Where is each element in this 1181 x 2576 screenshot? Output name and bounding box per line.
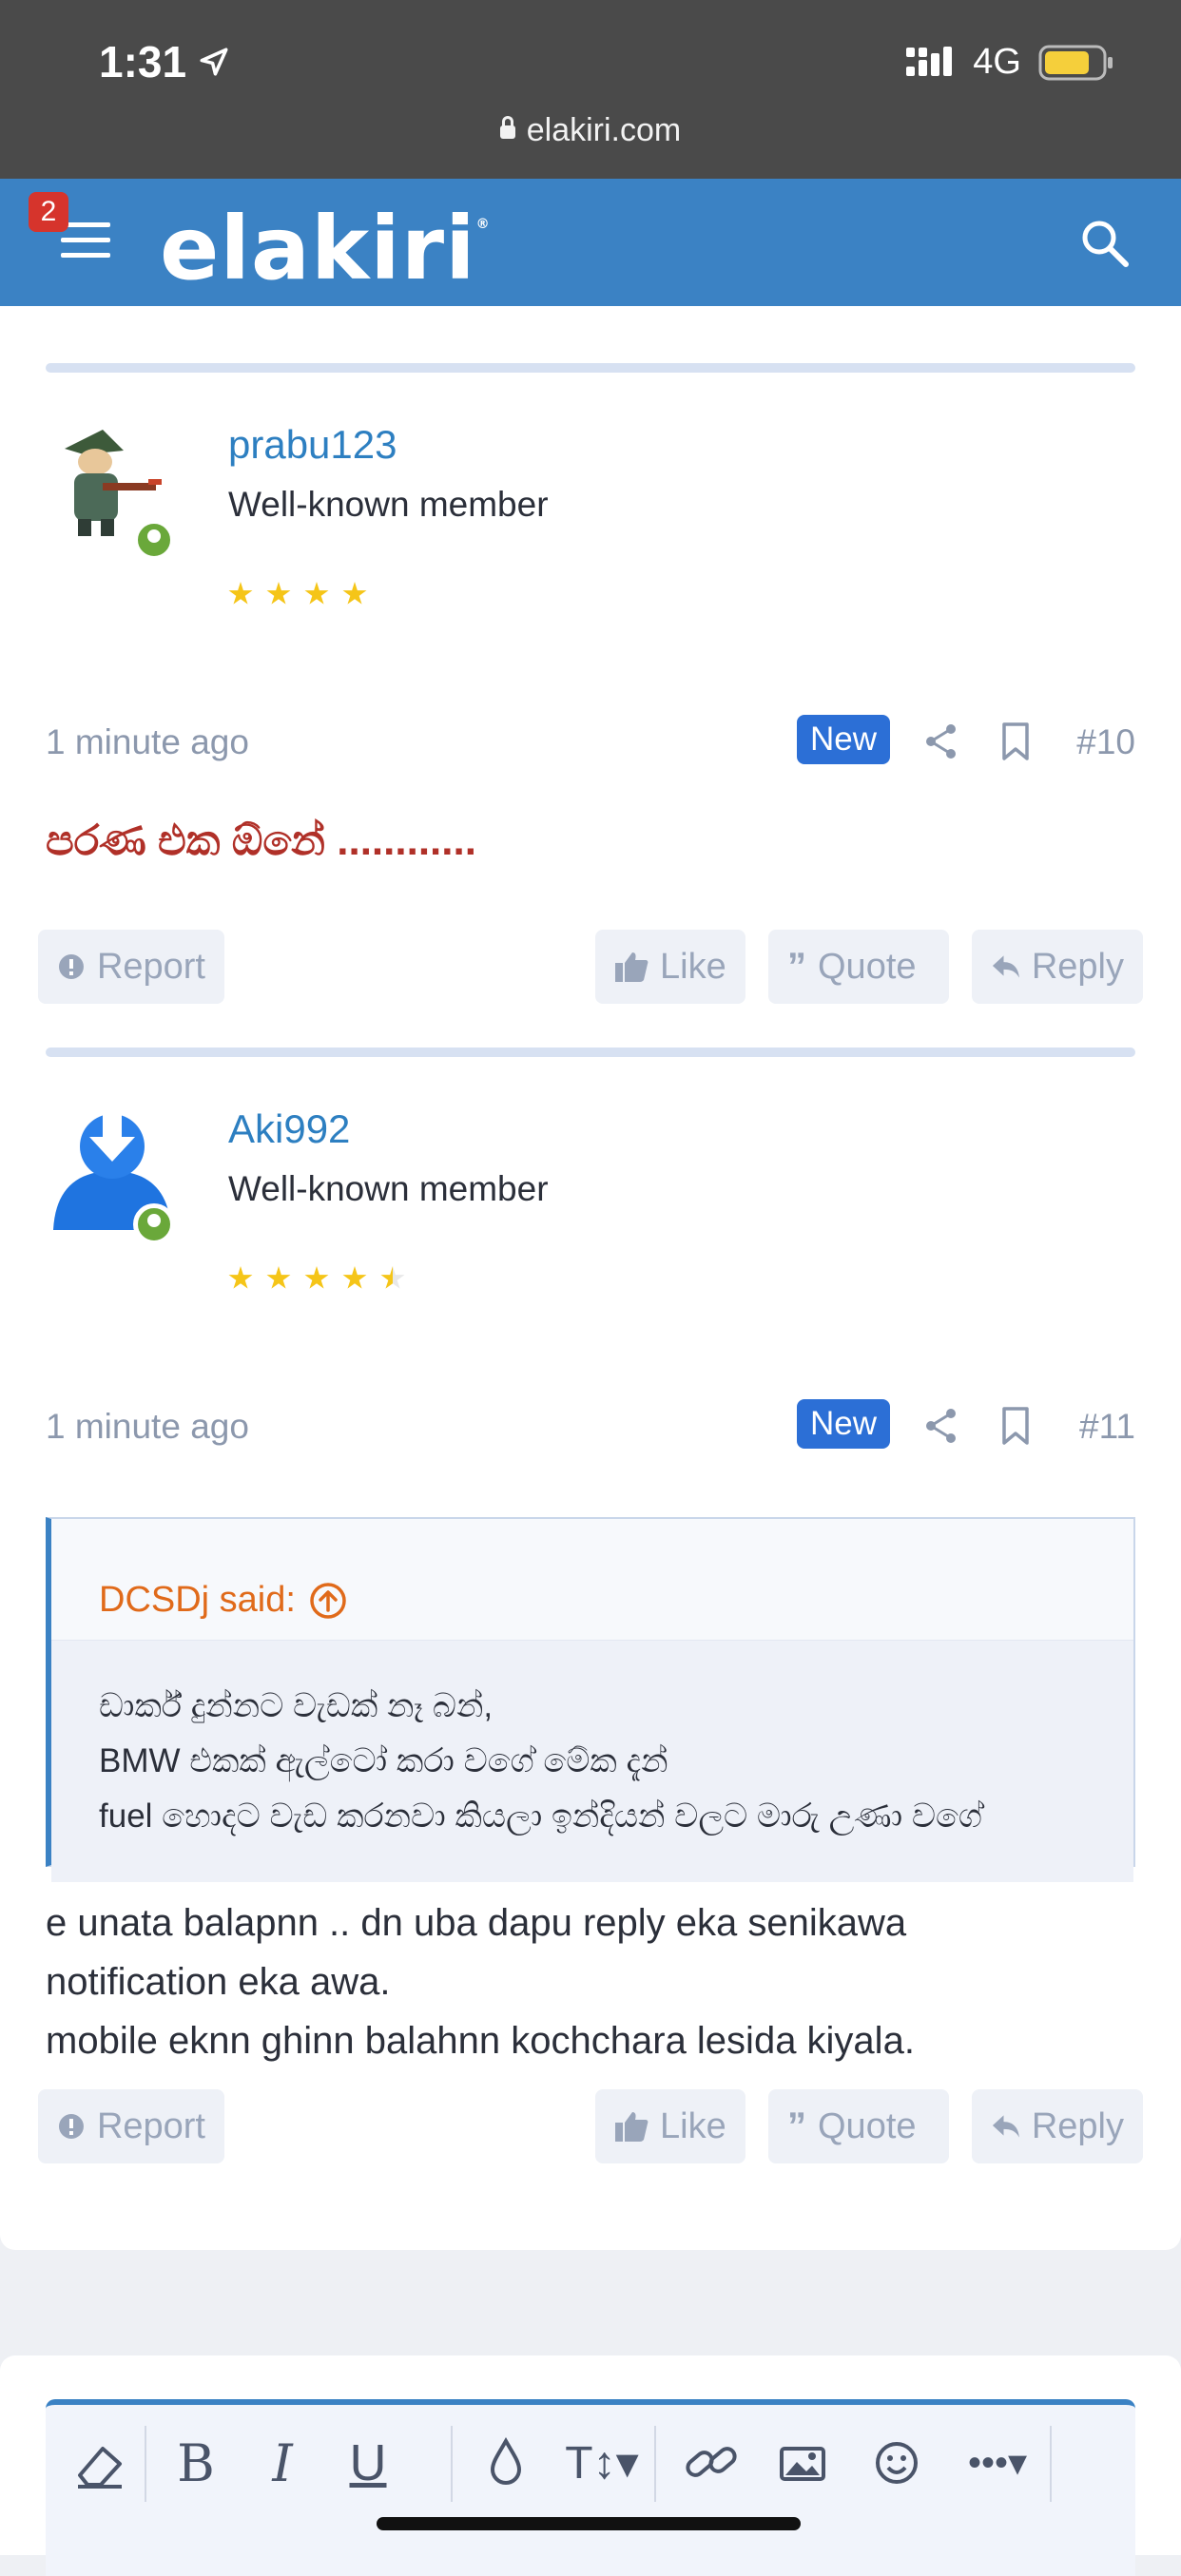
arrow-up-circle-icon[interactable]: [309, 1582, 347, 1620]
hamburger-menu-button[interactable]: [61, 222, 110, 260]
bold-icon[interactable]: B: [158, 2428, 234, 2498]
toolbar-separator: [654, 2426, 656, 2502]
post-body-line: e unata balapnn .. dn uba dapu reply eka…: [46, 1902, 907, 1944]
quote-button[interactable]: ” Quote: [768, 930, 949, 1004]
alert-icon: [58, 2114, 84, 2139]
thumbs-up-icon: [615, 952, 649, 982]
share-icon[interactable]: [922, 721, 960, 762]
reply-button[interactable]: Reply: [972, 930, 1143, 1004]
eraser-icon[interactable]: [67, 2428, 129, 2498]
post-separator: [46, 363, 1135, 373]
home-indicator: [377, 2517, 801, 2530]
location-arrow-icon: [200, 48, 228, 76]
link-icon[interactable]: [677, 2428, 745, 2498]
url-text: elakiri.com: [526, 112, 682, 148]
online-status-icon: [133, 1203, 175, 1245]
emoji-icon[interactable]: [865, 2428, 928, 2498]
share-icon[interactable]: [922, 1405, 960, 1447]
new-badge: New: [796, 715, 890, 764]
username[interactable]: prabu123: [228, 422, 397, 468]
star-icon: [342, 582, 367, 605]
quote-line: BMW එකක් ඇල්ටෝ කරා වගේ මේක දැන්: [99, 1742, 668, 1779]
post-number-link[interactable]: #11: [1079, 1407, 1135, 1447]
like-button[interactable]: Like: [595, 930, 745, 1004]
report-button[interactable]: Report: [38, 930, 224, 1004]
search-icon[interactable]: [1078, 217, 1132, 270]
lock-icon: [499, 116, 515, 139]
post-meta: 1 minute ago New #11: [46, 1399, 1135, 1456]
new-badge: New: [796, 1399, 890, 1449]
post-body-line: notification eka awa.: [46, 1961, 391, 2003]
thumbs-up-icon: [615, 2112, 649, 2142]
reply-button[interactable]: Reply: [972, 2089, 1143, 2163]
toolbar-separator: [145, 2426, 146, 2502]
toolbar-separator: [1050, 2426, 1052, 2502]
network-label: 4G: [973, 42, 1021, 82]
post-number-link[interactable]: #10: [1076, 722, 1135, 762]
toolbar-separator: [451, 2426, 453, 2502]
quote-icon: ”: [787, 2105, 806, 2147]
address-bar[interactable]: elakiri.com: [0, 112, 1181, 149]
rich-text-editor: B I U T↕▾ •••▾: [46, 2399, 1135, 2576]
more-options-icon[interactable]: •••▾: [955, 2428, 1040, 2498]
underline-icon[interactable]: U: [331, 2428, 405, 2498]
image-icon[interactable]: [774, 2428, 831, 2498]
star-icon: [266, 582, 291, 605]
post-meta: 1 minute ago New #10: [46, 715, 1135, 772]
quote-content: ඩාර්ක් දුන්නට වැඩක් නෑ බන්, BMW එකක් ඇල්…: [51, 1641, 1133, 1882]
battery-icon: [1038, 45, 1113, 80]
post-actions: Report Like ” Quote Reply: [38, 2089, 1143, 2163]
post-time[interactable]: 1 minute ago: [46, 1407, 249, 1447]
post-actions: Report Like ” Quote Reply: [38, 930, 1143, 1004]
reply-icon: [992, 955, 1019, 978]
italic-icon[interactable]: I: [251, 2428, 314, 2498]
post-separator: [46, 1048, 1135, 1057]
status-bar: 1:31 4G elakiri.com: [0, 0, 1181, 179]
text-size-icon[interactable]: T↕▾: [559, 2428, 645, 2498]
thread-posts: prabu123 Well-known member 1 minute ago …: [0, 306, 1181, 2250]
quote-line: ඩාර්ක් දුන්නට වැඩක් නෑ බන්,: [99, 1687, 494, 1724]
quote-block: DCSDj said: ඩාර්ක් දුන්නට වැඩක් නෑ බන්, …: [46, 1517, 1135, 1882]
like-button[interactable]: Like: [595, 2089, 745, 2163]
site-header: 2 elakiri®: [0, 179, 1181, 306]
star-icon: [304, 582, 329, 605]
text-color-drop-icon[interactable]: [477, 2428, 534, 2498]
notification-badge[interactable]: 2: [29, 192, 68, 232]
star-icon: [304, 1266, 329, 1289]
quote-button[interactable]: ” Quote: [768, 2089, 949, 2163]
post-body: පරණ එක ඕනේ ............: [46, 817, 476, 864]
quote-header[interactable]: DCSDj said:: [51, 1519, 1133, 1641]
bookmark-icon[interactable]: [997, 721, 1035, 762]
bookmark-icon[interactable]: [997, 1405, 1035, 1447]
post-time[interactable]: 1 minute ago: [46, 722, 249, 762]
user-title: Well-known member: [228, 485, 549, 524]
user-rating: [228, 582, 367, 606]
quote-icon: ”: [787, 945, 806, 988]
half-star-icon: [380, 1266, 405, 1289]
signal-icon: [906, 46, 953, 76]
alert-icon: [58, 954, 84, 979]
status-time: 1:31: [99, 36, 230, 87]
quote-author[interactable]: DCSDj said:: [99, 1580, 296, 1621]
star-icon: [228, 582, 253, 605]
username[interactable]: Aki992: [228, 1106, 350, 1152]
user-rating: [228, 1266, 405, 1291]
quote-line: fuel හොදට වැඩ කරනවා කියලා ඉන්දියන් වලට ම…: [99, 1797, 982, 1835]
user-title: Well-known member: [228, 1169, 549, 1208]
status-indicators: 4G: [906, 42, 1114, 83]
report-button[interactable]: Report: [38, 2089, 224, 2163]
star-icon: [342, 1266, 367, 1289]
star-icon: [228, 1266, 253, 1289]
post-body: e unata balapnn .. dn uba dapu reply eka…: [46, 1894, 1135, 2070]
site-logo[interactable]: elakiri®: [160, 198, 491, 299]
post-body-line: mobile eknn ghinn balahnn kochchara lesi…: [46, 2020, 915, 2062]
star-icon: [266, 1266, 291, 1289]
reply-icon: [992, 2115, 1019, 2138]
online-status-icon: [133, 519, 175, 561]
